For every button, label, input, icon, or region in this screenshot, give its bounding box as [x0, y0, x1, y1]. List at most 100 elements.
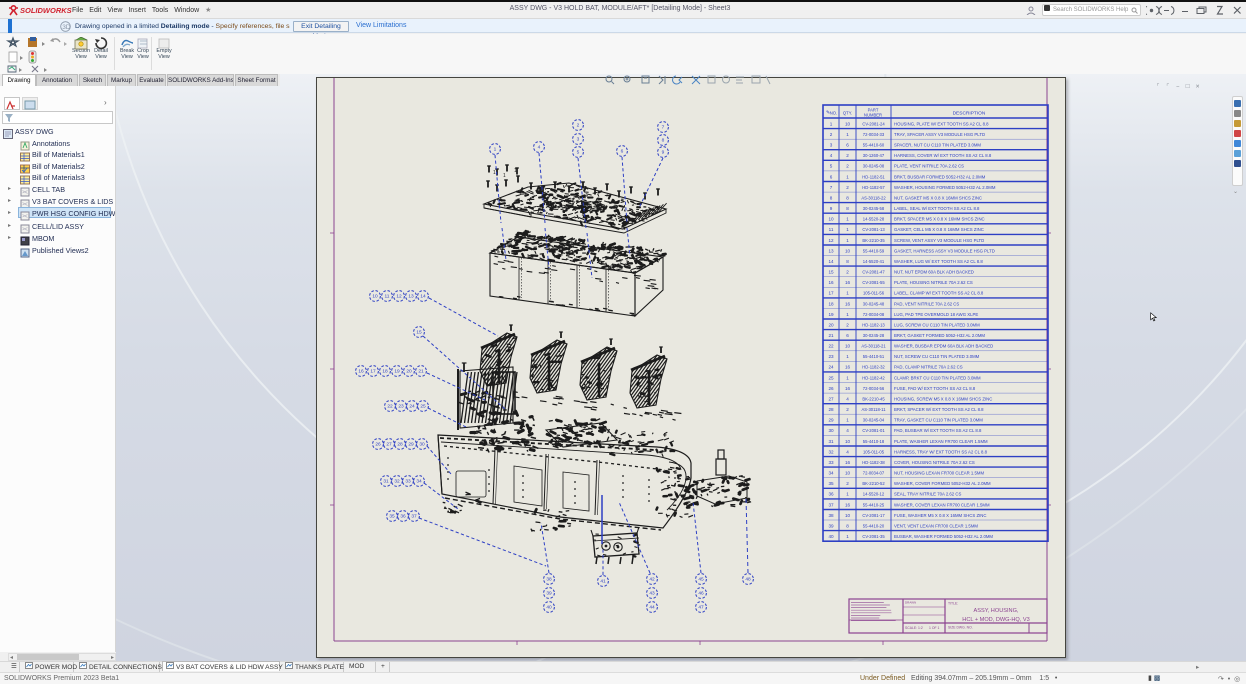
svg-text:3: 3	[577, 137, 580, 143]
svg-text:PLATE, VENT NITRILE 70A 2.62 C: PLATE, VENT NITRILE 70A 2.62 CS	[894, 164, 964, 169]
svg-text:34: 34	[828, 471, 834, 476]
svg-text:10: 10	[372, 294, 378, 300]
svg-text:14-5520-41: 14-5520-41	[863, 259, 885, 264]
svg-text:6: 6	[830, 174, 833, 179]
svg-text:16: 16	[845, 502, 851, 507]
svg-text:DRAWN: DRAWN	[905, 601, 916, 605]
svg-text:72-0034-07: 72-0034-07	[863, 471, 885, 476]
svg-text:47: 47	[698, 605, 704, 611]
svg-text:2: 2	[577, 123, 580, 129]
svg-text:15: 15	[828, 270, 834, 275]
svg-text:45: 45	[698, 577, 704, 583]
svg-text:1: 1	[494, 147, 497, 153]
svg-text:35: 35	[828, 481, 834, 486]
svg-text:25: 25	[828, 375, 834, 380]
svg-text:29: 29	[828, 418, 834, 423]
svg-text:19: 19	[394, 369, 400, 375]
svg-text:25: 25	[420, 404, 426, 410]
svg-text:PLATE, WASHER LEXAN FR700 CLEA: PLATE, WASHER LEXAN FR700 CLEAR 1.5MM	[894, 439, 988, 444]
svg-text:10: 10	[845, 439, 851, 444]
svg-text:30: 30	[419, 442, 425, 448]
svg-text:28: 28	[397, 442, 403, 448]
svg-text:6: 6	[846, 143, 849, 148]
svg-text:10: 10	[828, 217, 834, 222]
svg-text:16: 16	[845, 365, 851, 370]
svg-text:105-011-56: 105-011-56	[863, 291, 885, 296]
svg-text:CV-2081-13: CV-2081-13	[862, 227, 885, 232]
svg-text:4: 4	[846, 428, 849, 433]
svg-text:3: 3	[830, 143, 833, 148]
svg-text:SIZE DWG. NO.: SIZE DWG. NO.	[948, 626, 973, 630]
svg-text:39: 39	[828, 523, 834, 528]
svg-text:8: 8	[846, 523, 849, 528]
svg-text:38: 38	[546, 577, 552, 583]
svg-text:PAD, VENT NITRILE 70A 2.62 CS: PAD, VENT NITRILE 70A 2.62 CS	[894, 301, 959, 306]
svg-text:8: 8	[846, 206, 849, 211]
svg-text:44: 44	[649, 605, 655, 611]
svg-text:LUG, SCREW CU C110 TIN PLATED: LUG, SCREW CU C110 TIN PLATED 3.0MM	[894, 322, 980, 327]
svg-text:HD-1182-51: HD-1182-51	[862, 174, 885, 179]
svg-text:30-0245-58: 30-0245-58	[863, 206, 885, 211]
svg-text:29: 29	[408, 442, 414, 448]
svg-text:20: 20	[828, 322, 834, 327]
svg-text:VENT, VENT LEXAN FR700 CLEAR 1: VENT, VENT LEXAN FR700 CLEAR 1.5MM	[894, 523, 978, 528]
svg-text:11: 11	[829, 227, 834, 232]
svg-text:2: 2	[846, 270, 849, 275]
svg-text:HD-1182-42: HD-1182-42	[862, 375, 885, 380]
svg-text:4: 4	[846, 449, 849, 454]
svg-text:1: 1	[846, 238, 849, 243]
svg-text:SCALE: 1:2: SCALE: 1:2	[905, 626, 923, 630]
svg-text:BK-2210-52: BK-2210-52	[862, 481, 885, 486]
svg-text:16: 16	[358, 369, 364, 375]
svg-text:BRKT, SPACER M5 X 0.8 X 16MM S: BRKT, SPACER M5 X 0.8 X 16MM SHCS ZINC	[894, 217, 985, 222]
svg-text:24: 24	[828, 365, 834, 370]
svg-text:8: 8	[830, 196, 833, 201]
svg-text:6: 6	[621, 149, 624, 155]
svg-text:1: 1	[846, 354, 849, 359]
svg-text:WASHER, BUSBAR EPDM 60A BLK AD: WASHER, BUSBAR EPDM 60A BLK ADH BACKED	[894, 344, 993, 349]
svg-text:16: 16	[845, 386, 851, 391]
svg-text:46: 46	[698, 591, 704, 597]
svg-text:43: 43	[649, 591, 655, 597]
svg-text:WASHER, LUG W/ EXT TOOTH SS A2: WASHER, LUG W/ EXT TOOTH SS A2 CL 8.8	[894, 259, 983, 264]
svg-text:31: 31	[828, 439, 834, 444]
svg-text:BRKT, GASKET FORMED 5052-H32 A: BRKT, GASKET FORMED 5052-H32 AL 2.0MM	[894, 333, 985, 338]
svg-text:2: 2	[846, 153, 849, 158]
svg-text:16: 16	[828, 280, 834, 285]
svg-text:WASHER, COVER FORMED 5052-H32: WASHER, COVER FORMED 5052-H32 AL 2.0MM	[894, 481, 991, 486]
svg-text:40: 40	[546, 605, 552, 611]
svg-text:55-4410-18: 55-4410-18	[863, 439, 885, 444]
svg-text:CV-2081-47: CV-2081-47	[862, 270, 885, 275]
svg-text:SCREW, VENT ASSY V3 MODULE HSG: SCREW, VENT ASSY V3 MODULE HSG PLTD	[894, 238, 984, 243]
svg-text:HOUSING, SCREW M5 X 0.8 X 16MM: HOUSING, SCREW M5 X 0.8 X 16MM SHCS ZINC	[894, 397, 992, 402]
svg-text:GASKET, CELL M5 X 0.8 X 16MM S: GASKET, CELL M5 X 0.8 X 16MM SHCS ZINC	[894, 227, 984, 232]
svg-text:13: 13	[828, 248, 834, 253]
svg-text:TRAY, SPACER ASSY V3 MODULE HS: TRAY, SPACER ASSY V3 MODULE HSG PLTD	[894, 132, 985, 137]
svg-text:CV-2081-17: CV-2081-17	[862, 513, 885, 518]
svg-text:23: 23	[828, 354, 834, 359]
svg-text:30-0245-08: 30-0245-08	[863, 164, 885, 169]
svg-text:33: 33	[828, 460, 834, 465]
svg-text:CV-2081-24: CV-2081-24	[862, 121, 885, 126]
svg-text:HD-1182-38: HD-1182-38	[862, 460, 885, 465]
svg-text:30-0245-04: 30-0245-04	[863, 418, 885, 423]
svg-text:4: 4	[830, 153, 833, 158]
svg-text:QTY.: QTY.	[843, 110, 852, 115]
svg-text:55-4410-60: 55-4410-60	[863, 143, 885, 148]
svg-text:7: 7	[662, 125, 665, 131]
svg-text:PAD, CLAMP NITRILE 70A 2.62 CS: PAD, CLAMP NITRILE 70A 2.62 CS	[894, 365, 963, 370]
svg-text:AS-30118-11: AS-30118-11	[861, 407, 886, 412]
svg-text:WASHER, COVER LEXAN FR700 CLEA: WASHER, COVER LEXAN FR700 CLEAR 1.5MM	[894, 502, 990, 507]
svg-text:30-0245-28: 30-0245-28	[863, 333, 885, 338]
svg-text:21: 21	[418, 369, 424, 375]
svg-text:HOUSING, PLATE W/ EXT TOOTH SS: HOUSING, PLATE W/ EXT TOOTH SS A2 CL 8.8	[894, 121, 989, 126]
svg-text:10: 10	[845, 248, 851, 253]
svg-text:30: 30	[828, 428, 834, 433]
svg-text:13: 13	[408, 294, 414, 300]
svg-text:11: 11	[385, 294, 390, 300]
svg-text:38: 38	[828, 513, 834, 518]
svg-text:HARNESS, TRAY W/ EXT TOOTH SS: HARNESS, TRAY W/ EXT TOOTH SS A2 CL 8.8	[894, 449, 988, 454]
svg-text:1: 1	[846, 375, 849, 380]
svg-text:18: 18	[828, 301, 834, 306]
svg-text:LUG, PAD TPE OVERMOLD 18 AWG X: LUG, PAD TPE OVERMOLD 18 AWG XLPE	[894, 312, 978, 317]
